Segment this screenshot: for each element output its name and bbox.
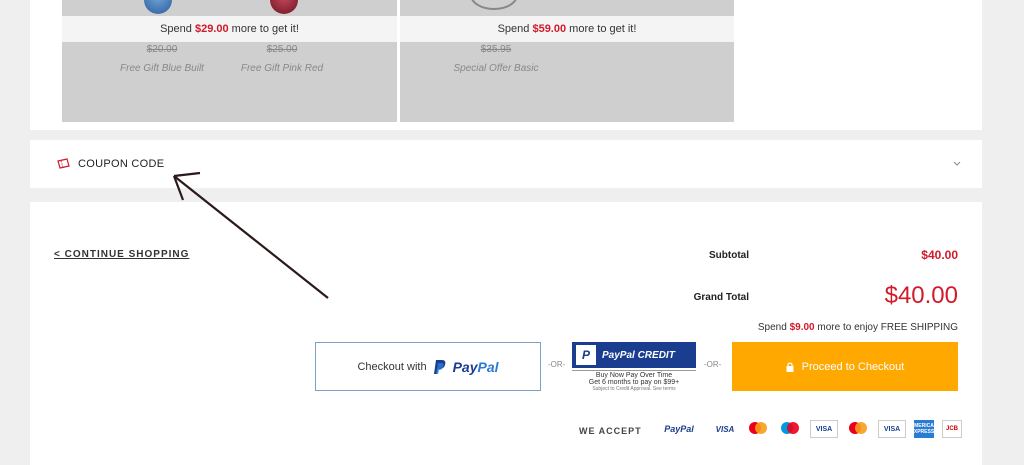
gift-spend-message: Spend $59.00 more to get it! (400, 16, 734, 42)
gift-old-price: $25.00 (266, 44, 298, 55)
paypal-credit-badge: P PayPal CREDIT (572, 342, 696, 368)
cart-page: Spend $29.00 more to get it! $20.00 Free… (0, 0, 1024, 465)
coupon-code-toggle[interactable]: COUPON CODE (30, 140, 982, 188)
grand-total-value: $40.00 (884, 282, 958, 309)
gift-offers-panel: Spend $29.00 more to get it! $20.00 Free… (30, 0, 982, 130)
free-ship-amount: $9.00 (789, 322, 815, 333)
gift-item: $20.00 Free Gift Blue Built (102, 44, 222, 74)
continue-shopping-link[interactable]: < CONTINUE SHOPPING (54, 249, 189, 260)
paypal-button-label: Checkout with (357, 360, 427, 373)
checkout-with-paypal-button[interactable]: Checkout with PayPal (315, 342, 541, 391)
visa-card-icon: VISA (715, 424, 735, 434)
paypal-credit-tagline: Buy Now Pay Over Time (572, 370, 696, 379)
gift-item: $35.95 Special Offer Basic (436, 44, 556, 74)
spend-text: more to get it! (228, 23, 299, 35)
payment-methods: PayPal VISA VISA VISA AMERICAN EXPRESS J… (654, 420, 962, 438)
free-shipping-message: Spend $9.00 more to enjoy FREE SHIPPING (758, 322, 958, 333)
spend-text: Spend (497, 23, 533, 35)
we-accept-label: WE ACCEPT (579, 426, 642, 436)
gift-old-price: $35.95 (480, 44, 512, 55)
ticket-icon (57, 158, 70, 169)
paypal-logo-text: Pay (452, 358, 478, 375)
spend-amount: $29.00 (194, 23, 229, 35)
amex-icon: AMERICAN EXPRESS (911, 420, 937, 438)
paypal-credit-icon: P (576, 345, 596, 365)
gift-thumbnail[interactable] (144, 0, 172, 14)
visa-debit-icon: VISA (810, 420, 838, 438)
paypal-credit-offer: Get 6 months to pay on $99+ (588, 379, 680, 386)
spend-amount: $59.00 (532, 23, 567, 35)
lock-icon (786, 362, 794, 372)
spend-text: more to get it! (566, 23, 637, 35)
gift-offer-card: Spend $29.00 more to get it! $20.00 Free… (62, 0, 397, 122)
gift-name: Free Gift Blue Built (120, 63, 204, 74)
grand-total-label: Grand Total (693, 292, 749, 303)
mastercard-icon (749, 422, 767, 434)
gift-old-price: $20.00 (146, 44, 178, 55)
maestro-icon (781, 422, 799, 434)
gift-name: Special Offer Basic (453, 63, 539, 74)
proceed-to-checkout-button[interactable]: Proceed to Checkout (732, 342, 958, 391)
free-ship-text: Spend (757, 322, 790, 333)
or-separator: -OR- (548, 360, 566, 369)
gift-item: $25.00 Free Gift Pink Red (222, 44, 342, 74)
gift-name: Free Gift Pink Red (240, 63, 324, 74)
gift-thumbnail[interactable] (270, 0, 298, 14)
or-separator: -OR- (704, 360, 722, 369)
gift-thumbnail[interactable] (470, 0, 518, 10)
chevron-down-icon[interactable] (952, 159, 962, 169)
paypal-credit-title: PayPal CREDIT (602, 349, 675, 361)
gift-spend-message: Spend $29.00 more to get it! (62, 16, 397, 42)
paypal-card-icon: PayPal (664, 424, 694, 434)
paypal-icon (433, 359, 445, 374)
paypal-logo-text: Pal (477, 358, 499, 375)
order-summary: < CONTINUE SHOPPING Subtotal $40.00 Gran… (30, 202, 982, 465)
paypal-credit-terms: Subject to Credit Approval. See terms (592, 386, 676, 392)
free-ship-text: more to enjoy FREE SHIPPING (814, 322, 958, 333)
paypal-logo: PayPal (453, 359, 499, 375)
subtotal-value: $40.00 (921, 248, 958, 262)
gift-offer-card: Spend $59.00 more to get it! $35.95 Spec… (400, 0, 734, 122)
spend-text: Spend (160, 23, 195, 35)
jcb-icon: JCB (942, 420, 962, 438)
visa-electron-icon: VISA (878, 420, 906, 438)
paypal-credit-button[interactable]: P PayPal CREDIT Buy Now Pay Over Time Ge… (572, 342, 696, 392)
subtotal-label: Subtotal (709, 250, 749, 261)
coupon-code-label: COUPON CODE (78, 158, 165, 170)
visa-electron-text: VISA (883, 425, 901, 433)
proceed-to-checkout-label: Proceed to Checkout (801, 360, 905, 373)
mastercard-secure-icon (849, 422, 867, 434)
